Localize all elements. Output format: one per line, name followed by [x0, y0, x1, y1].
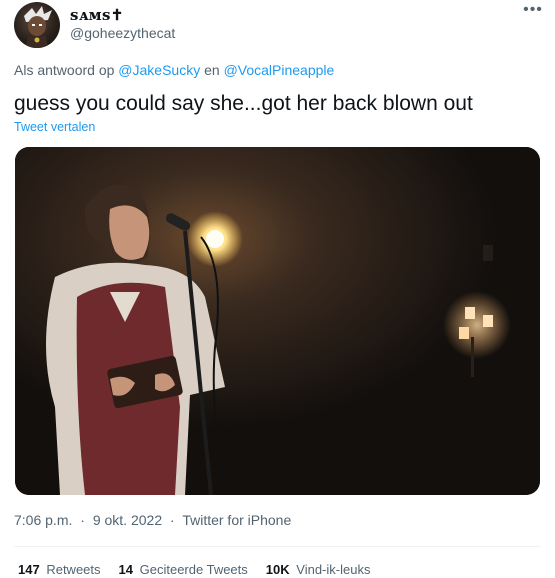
tweet-metadata: 7:06 p.m. · 9 okt. 2022 · Twitter for iP…	[14, 512, 291, 528]
reply-user-link[interactable]: @VocalPineapple	[224, 62, 335, 78]
reply-context: Als antwoord op @JakeSucky en @VocalPine…	[14, 62, 334, 78]
tweet-source[interactable]: Twitter for iPhone	[182, 512, 291, 528]
retweets-stat[interactable]: 147 Retweets	[18, 562, 101, 577]
quote-tweets-count: 14	[118, 562, 133, 577]
translate-tweet-link[interactable]: Tweet vertalen	[14, 120, 95, 134]
retweets-count: 147	[18, 562, 40, 577]
likes-stat[interactable]: 10K Vind-ik-leuks	[266, 562, 371, 577]
tweet-media-image[interactable]	[15, 147, 540, 495]
more-horizontal-icon[interactable]: •••	[521, 2, 545, 18]
reply-user-link[interactable]: @JakeSucky	[118, 62, 200, 78]
tweet-stats: 147 Retweets 14 Geciteerde Tweets 10K Vi…	[18, 562, 370, 577]
separator: ·	[80, 512, 85, 528]
tweet-date[interactable]: 9 okt. 2022	[93, 512, 162, 528]
tweet-text: guess you could say she...got her back b…	[14, 92, 473, 115]
author-handle[interactable]: @goheezythecat	[70, 25, 175, 41]
retweets-label: Retweets	[46, 562, 101, 577]
quote-tweets-stat[interactable]: 14 Geciteerde Tweets	[119, 562, 248, 577]
tweet-time[interactable]: 7:06 p.m.	[14, 512, 72, 528]
divider	[14, 546, 540, 547]
reply-joiner: en	[204, 62, 220, 78]
separator: ·	[170, 512, 175, 528]
quote-tweets-label: Geciteerde Tweets	[139, 562, 248, 577]
author-display-name[interactable]: ꜱᴀᴍꜱ✝	[70, 6, 124, 24]
avatar[interactable]	[14, 2, 60, 48]
reply-prefix: Als antwoord op	[14, 62, 115, 78]
likes-label: Vind-ik-leuks	[296, 562, 371, 577]
likes-count: 10K	[265, 562, 290, 577]
